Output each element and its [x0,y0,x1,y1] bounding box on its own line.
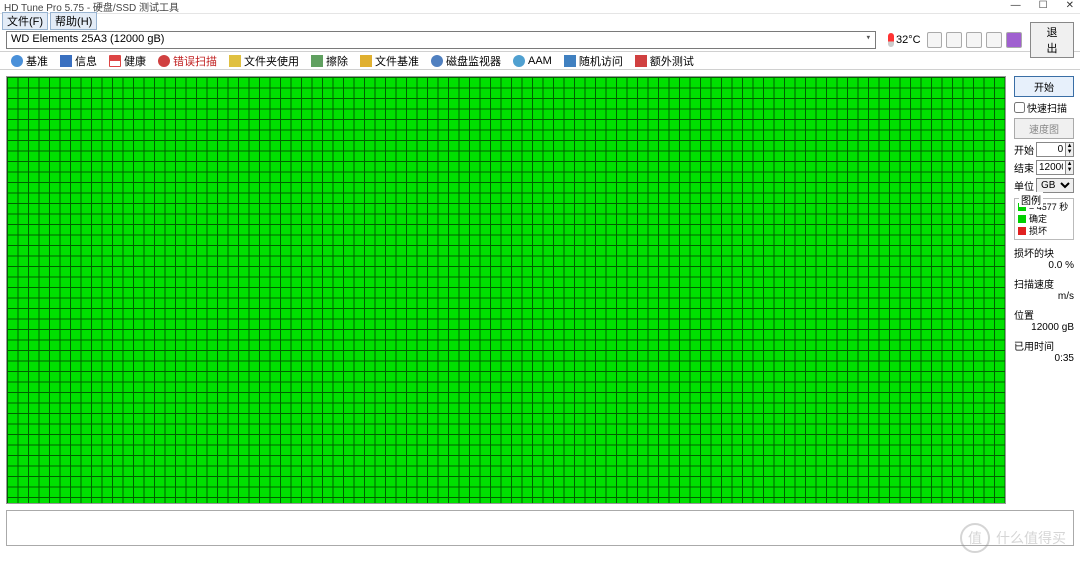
log-textarea[interactable] [6,510,1074,546]
stat-position-value: 12000 gB [1014,322,1074,333]
tab-benchmark[interactable]: 基准 [6,52,53,70]
stat-damaged-label: 损坏的块 [1014,245,1074,260]
top-toolbar: WD Elements 25A3 (12000 gB) 32°C 退出 [0,28,1080,52]
stat-speed-label: 扫描速度 [1014,276,1074,291]
maximize-icon[interactable]: ☐ [1039,0,1048,11]
temperature-value: 32°C [896,34,921,46]
erase-icon [311,55,323,67]
exit-button[interactable]: 退出 [1030,22,1074,58]
scan-grid-container [6,76,1006,504]
close-icon[interactable]: ✕ [1066,0,1074,11]
thermometer-icon [888,33,894,47]
screenshot-icon[interactable] [946,32,962,48]
tab-extra-tests[interactable]: 额外测试 [630,52,699,70]
temperature-readout: 32°C [888,33,921,47]
monitor-icon [431,55,443,67]
start-spinner[interactable]: ▲▼ [1066,142,1074,157]
legend-title: 图例 [1019,192,1043,207]
extra-icon [635,55,647,67]
legend-bad-text: 损坏 [1029,225,1047,237]
drive-select[interactable]: WD Elements 25A3 (12000 gB) [6,31,876,49]
copy-icon[interactable] [927,32,943,48]
end-label: 结束 [1014,160,1034,175]
minimize-icon[interactable]: — [1011,0,1021,11]
window-controls: — ☐ ✕ [1011,0,1080,11]
benchmark-icon [11,55,23,67]
save-icon[interactable] [986,32,1002,48]
options-icon[interactable] [1006,32,1022,48]
scan-block-grid [7,77,1005,503]
unit-select[interactable]: GB [1036,178,1074,193]
unit-label: 单位 [1014,178,1034,193]
start-input[interactable] [1036,142,1066,157]
health-icon [109,55,121,67]
stat-position-label: 位置 [1014,307,1074,322]
end-spinner[interactable]: ▲▼ [1066,160,1074,175]
camera-icon[interactable] [966,32,982,48]
watermark: 值 什么值得买 [960,523,1066,553]
watermark-text: 什么值得买 [996,528,1066,548]
stat-speed-value: m/s [1014,291,1074,302]
tab-aam[interactable]: AAM [508,54,557,68]
stat-elapsed-label: 已用时间 [1014,338,1074,353]
aam-icon [513,55,525,67]
speed-map-button[interactable]: 速度图 [1014,118,1074,139]
menu-bar: 文件(F) 帮助(H) [0,14,1080,28]
start-label: 开始 [1014,142,1034,157]
file-benchmark-icon [360,55,372,67]
stat-elapsed-value: 0:35 [1014,353,1074,364]
quick-scan-checkbox[interactable]: 快速扫描 [1014,100,1074,115]
menu-help[interactable]: 帮助(H) [50,12,97,30]
tab-health[interactable]: 健康 [104,52,151,70]
tab-bar: 基准 信息 健康 错误扫描 文件夹使用 擦除 文件基准 磁盘监视器 AAM 随机… [0,52,1080,70]
legend-box: 图例 = 4577 秒 确定 损坏 [1014,198,1074,240]
folder-icon [229,55,241,67]
info-icon [60,55,72,67]
legend-ok-swatch [1018,215,1026,223]
tab-folder-usage[interactable]: 文件夹使用 [224,52,304,70]
start-button[interactable]: 开始 [1014,76,1074,97]
tab-random-access[interactable]: 随机访问 [559,52,628,70]
tab-disk-monitor[interactable]: 磁盘监视器 [426,52,506,70]
tab-info[interactable]: 信息 [55,52,102,70]
tab-erase[interactable]: 擦除 [306,52,353,70]
error-scan-icon [158,55,170,67]
watermark-icon: 值 [960,523,990,553]
end-input[interactable] [1036,160,1066,175]
side-panel: 开始 快速扫描 速度图 开始 ▲▼ 结束 ▲▼ 单位 GB 图例 = 4577 … [1014,76,1074,504]
tab-file-benchmark[interactable]: 文件基准 [355,52,424,70]
random-icon [564,55,576,67]
legend-bad-swatch [1018,227,1026,235]
legend-ok-text: 确定 [1029,213,1047,225]
menu-file[interactable]: 文件(F) [2,12,48,30]
stat-damaged-value: 0.0 % [1014,260,1074,271]
tab-error-scan[interactable]: 错误扫描 [153,52,222,70]
